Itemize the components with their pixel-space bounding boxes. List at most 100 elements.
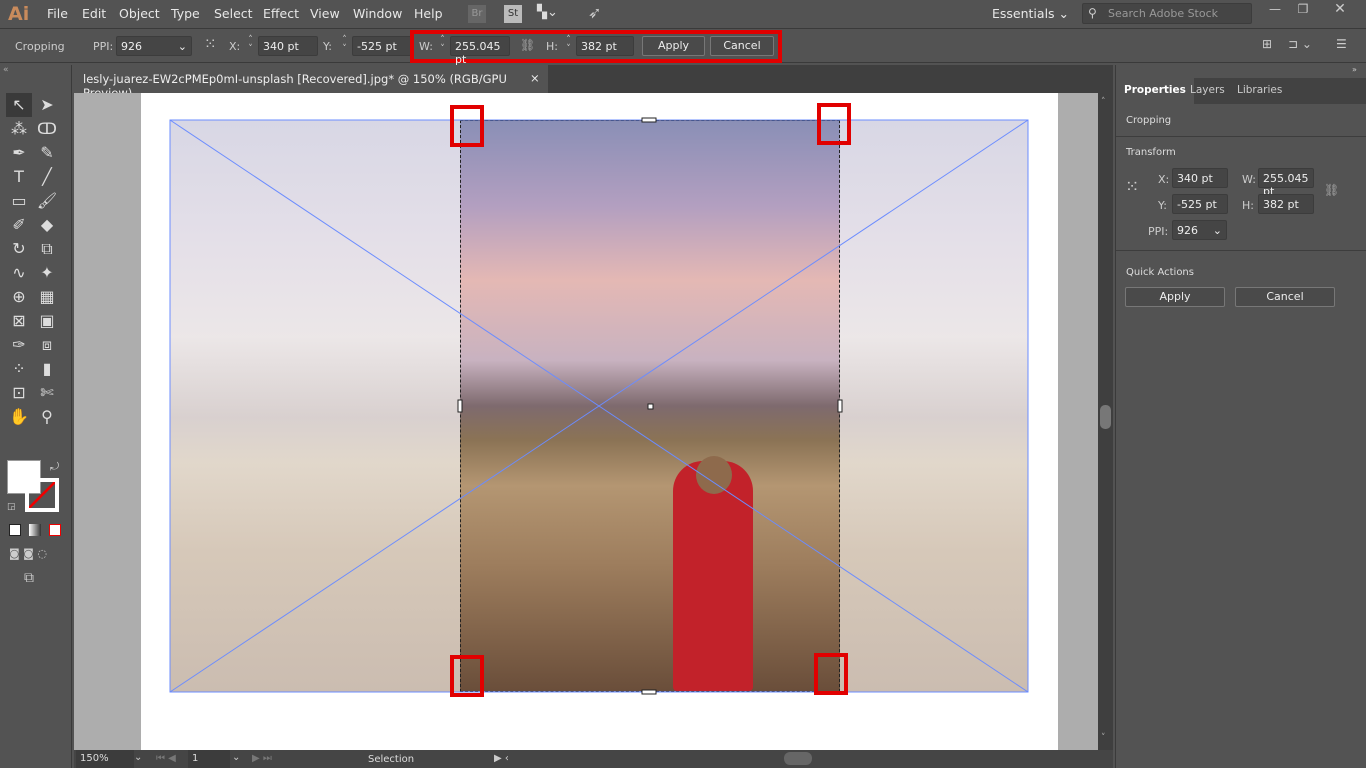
y-stepper[interactable]: ˄ ˅ [338,36,351,56]
zoom-tool-icon[interactable]: ⚲ [34,405,60,429]
cancel-button[interactable]: Cancel [710,36,774,56]
panel-h-field[interactable]: 382 pt [1258,194,1314,214]
line-tool-icon[interactable]: ╱ [34,165,60,189]
scale-tool-icon[interactable]: ⧉ [34,237,60,261]
magic-wand-tool-icon[interactable]: ⁂ [6,117,32,141]
status-menu-icon[interactable]: ▶ ‹ [494,753,509,764]
menu-select[interactable]: Select [214,6,253,21]
panel-apply-button[interactable]: Apply [1125,287,1225,307]
h-field[interactable]: 382 pt [576,36,634,56]
panel-x-field[interactable]: 340 pt [1172,168,1228,188]
menu-object[interactable]: Object [119,6,160,21]
artboard-chevron-icon[interactable]: ⌄ [232,752,240,763]
stock-search-input[interactable]: ⚲ Search Adobe Stock [1082,3,1252,24]
menu-view[interactable]: View [310,6,340,21]
x-stepper[interactable]: ˄ ˅ [244,36,257,56]
bridge-button[interactable]: Br [468,5,486,23]
vertical-scrollbar[interactable]: ˄ ˅ [1098,93,1113,750]
current-tool-status[interactable]: Selection [368,754,414,765]
drawing-modes-icon[interactable]: ◙ ◙ ◌ [9,547,47,560]
panel-w-field[interactable]: 255.045 pt [1258,168,1314,198]
rotate-tool-icon[interactable]: ↻ [6,237,32,261]
direct-selection-tool-icon[interactable]: ➤ [34,93,60,117]
panel-ppi-select[interactable]: 926 ⌄ [1172,220,1227,240]
scroll-down-icon[interactable]: ˅ [1101,733,1106,743]
menu-file[interactable]: File [47,6,68,21]
crop-corner-bottom-right-highlight[interactable] [814,653,848,695]
paintbrush-tool-icon[interactable]: 🖌 [34,189,60,213]
color-mode-icon[interactable] [9,524,21,536]
close-tab-icon[interactable]: × [530,71,540,85]
scroll-thumb[interactable] [1100,405,1111,429]
h-stepper[interactable]: ˄ ˅ [562,36,575,56]
artboard-tool-icon[interactable]: ⊡ [6,381,32,405]
constrain-proportions-icon[interactable]: ⛓ [1324,183,1339,197]
first-artboard-icon[interactable]: ⏮ ◀ [156,753,176,764]
warp-tool-icon[interactable]: ∿ [6,261,32,285]
blend-tool-icon[interactable]: ⧈ [34,333,60,357]
canvas[interactable] [74,93,1098,750]
ppi-select[interactable]: 926 ⌄ [116,36,192,56]
y-field[interactable]: -525 pt [352,36,412,56]
arrange-documents-icon[interactable]: ▚⌄ [537,5,558,20]
menu-window[interactable]: Window [353,6,402,21]
align-icon[interactable]: ⊞ [1262,37,1272,51]
none-mode-icon[interactable] [49,524,61,536]
stroke-swatch[interactable] [25,478,59,512]
x-field[interactable]: 340 pt [258,36,318,56]
lasso-tool-icon[interactable]: ↀ [34,117,60,141]
panel-y-field[interactable]: -525 pt [1172,194,1228,214]
artboard-number-field[interactable]: 1 [188,750,230,768]
swap-colors-icon[interactable]: ⤾ [50,460,59,474]
tab-libraries[interactable]: Libraries [1229,78,1290,104]
perspective-grid-tool-icon[interactable]: ▦ [34,285,60,309]
scroll-up-icon[interactable]: ˄ [1101,97,1106,107]
zoom-level-select[interactable]: 150% [76,750,134,768]
crop-corner-top-left-highlight[interactable] [450,105,484,147]
column-graph-tool-icon[interactable]: ▮ [34,357,60,381]
reference-point-icon[interactable]: ⁙ [204,35,217,53]
mesh-tool-icon[interactable]: ⊠ [6,309,32,333]
panel-menu-icon[interactable]: ☰ [1336,37,1347,51]
pen-tool-icon[interactable]: ✒ [6,141,32,165]
selection-tool-icon[interactable]: ↖ [6,93,32,117]
type-tool-icon[interactable]: T [6,165,32,189]
shaper-tool-icon[interactable]: ✐ [6,213,32,237]
crop-corner-bottom-left-highlight[interactable] [450,655,484,697]
reference-point-icon[interactable]: ⁙ [1125,177,1139,197]
collapse-icon[interactable]: « [3,65,9,75]
shape-builder-tool-icon[interactable]: ⊕ [6,285,32,309]
gpu-performance-icon[interactable]: ➶ [588,3,601,22]
menu-type[interactable]: Type [171,6,200,21]
screen-mode-icon[interactable]: ⧉ [24,570,34,586]
rectangle-tool-icon[interactable]: ▭ [6,189,32,213]
tab-layers[interactable]: Layers [1182,78,1233,104]
restore-button[interactable]: ❐ [1290,2,1316,16]
puppet-warp-tool-icon[interactable]: ✦ [34,261,60,285]
constrain-proportions-icon[interactable]: ⛓ [520,38,535,52]
transform-icon[interactable]: ⊐ ⌄ [1288,37,1312,51]
next-artboard-icon[interactable]: ▶ ⏭ [252,753,272,764]
gradient-mode-icon[interactable] [29,524,41,536]
curvature-tool-icon[interactable]: ✎ [34,141,60,165]
slice-tool-icon[interactable]: ✄ [34,381,60,405]
crop-corner-top-right-highlight[interactable] [817,103,851,145]
symbol-sprayer-tool-icon[interactable]: ⁘ [6,357,32,381]
horizontal-scroll-thumb[interactable] [784,752,812,765]
close-window-button[interactable]: ✕ [1320,1,1360,17]
panel-cancel-button[interactable]: Cancel [1235,287,1335,307]
expand-panel-icon[interactable]: » [1352,65,1357,74]
apply-button[interactable]: Apply [642,36,705,56]
eyedropper-tool-icon[interactable]: ✑ [6,333,32,357]
zoom-chevron-icon[interactable]: ⌄ [134,752,142,763]
workspace-switcher[interactable]: Essentials ⌄ [992,6,1069,21]
w-field[interactable]: 255.045 pt [450,36,510,66]
menu-edit[interactable]: Edit [82,6,106,21]
stock-button[interactable]: St [504,5,522,23]
gradient-tool-icon[interactable]: ▣ [34,309,60,333]
menu-help[interactable]: Help [414,6,443,21]
document-tab[interactable]: lesly-juarez-EW2cPMEp0mI-unsplash [Recov… [74,65,548,100]
hand-tool-icon[interactable]: ✋ [6,405,32,429]
w-stepper[interactable]: ˄ ˅ [436,36,449,56]
menu-effect[interactable]: Effect [263,6,299,21]
